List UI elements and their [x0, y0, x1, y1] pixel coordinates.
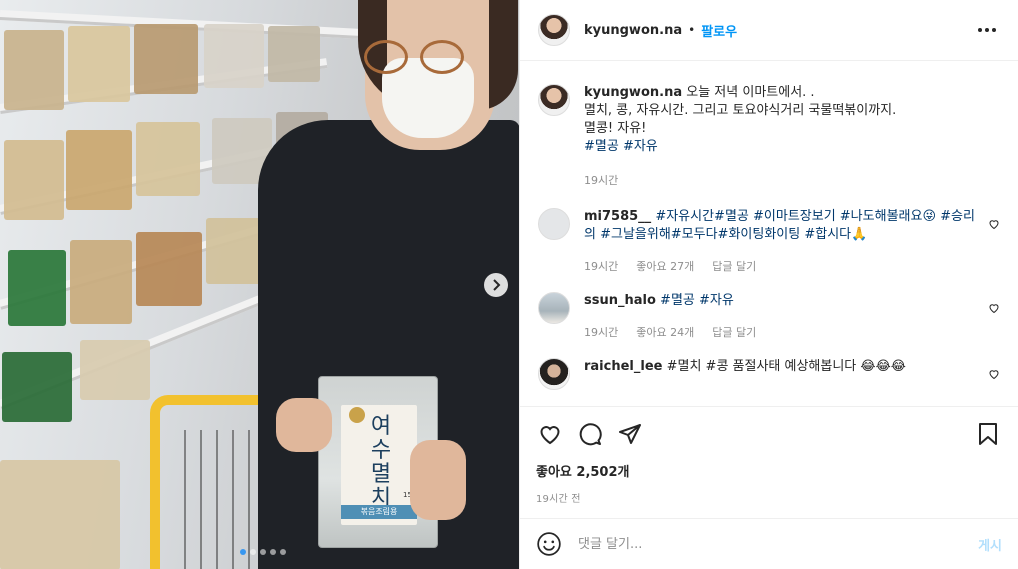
- caption-hashtags[interactable]: #멸공 #자유: [584, 138, 984, 156]
- product-package: [268, 26, 320, 82]
- comment-icon: [579, 423, 602, 446]
- comment-text: #멸치 #콩 품절사태 예상해봅니다 😂😂😂: [666, 359, 906, 374]
- heart-icon[interactable]: [988, 368, 1000, 380]
- product-package: [70, 240, 132, 324]
- more-icon-dot: [992, 28, 996, 32]
- product-package: [2, 352, 72, 422]
- add-comment-bar: 게시: [520, 518, 1018, 569]
- share-icon: [619, 424, 641, 444]
- product-package: [204, 24, 264, 88]
- product-package: [206, 218, 262, 284]
- product-package: [8, 250, 66, 326]
- avatar[interactable]: [538, 84, 570, 116]
- product-package: [80, 340, 150, 400]
- comment-time[interactable]: 19시간: [584, 258, 618, 276]
- post-header: kyungwon.na • 팔로우: [520, 0, 1018, 61]
- comment-input[interactable]: [578, 536, 979, 552]
- caption-username[interactable]: kyungwon.na: [584, 85, 682, 100]
- emoji-icon[interactable]: [536, 531, 562, 557]
- more-icon-dot: [985, 28, 989, 32]
- share-button[interactable]: [616, 420, 644, 448]
- caption-line: 멸콩! 자유!: [584, 121, 647, 136]
- like-button[interactable]: [536, 420, 564, 448]
- save-button[interactable]: [974, 420, 1002, 448]
- post-caption: kyungwon.na 오늘 저녁 이마트에서. . 멸치, 콩, 자유시간. …: [538, 84, 1002, 190]
- avatar[interactable]: [538, 208, 570, 240]
- reply-button[interactable]: 답글 달기: [712, 324, 756, 342]
- bookmark-icon: [979, 423, 997, 445]
- separator-dot: •: [688, 23, 696, 37]
- heart-icon[interactable]: [988, 302, 1000, 314]
- package-seal: [349, 407, 365, 423]
- carousel-indicator: [240, 549, 286, 555]
- carousel-dot: [250, 549, 256, 555]
- post-actions: 좋아요 2,502개 19시간 전: [520, 406, 1018, 518]
- product-package: [4, 30, 64, 110]
- heart-icon: [540, 426, 560, 445]
- reply-button[interactable]: 답글 달기: [712, 258, 756, 276]
- avatar[interactable]: [538, 14, 570, 46]
- product-package: [0, 460, 120, 569]
- eyeglasses: [364, 40, 468, 76]
- follow-button[interactable]: 팔로우: [701, 21, 737, 40]
- product-package: [136, 232, 202, 306]
- comment-item: ssun_halo #멸공 #자유 19시간 좋아요 24개 답글 달기: [538, 292, 1002, 342]
- caption-time[interactable]: 19시간: [584, 172, 618, 190]
- package-title: 여수멸치: [370, 414, 392, 511]
- product-package: [136, 122, 200, 196]
- carousel-dot: [270, 549, 276, 555]
- comment-likes[interactable]: 좋아요 24개: [636, 324, 694, 342]
- comment-text: #멸공 #자유: [660, 293, 734, 308]
- post-photo[interactable]: 여수멸치 볶음조림용 150g: [0, 0, 519, 569]
- product-package: [134, 24, 198, 94]
- comment-item: raichel_lee #멸치 #콩 품절사태 예상해봅니다 😂😂😂: [538, 358, 1002, 390]
- caption-text: 오늘 저녁 이마트에서. .: [686, 85, 815, 100]
- comment-item: mi7585__ #자유시간#멸공 #이마트장보기 #나도해볼래요😜 #승리의 …: [538, 208, 1002, 276]
- next-photo-button[interactable]: [484, 273, 508, 297]
- product-package: [68, 26, 130, 102]
- more-options-button[interactable]: [972, 22, 1002, 38]
- package-band-text: 볶음조림용: [360, 507, 398, 516]
- carousel-dot: [260, 549, 266, 555]
- carousel-dot: [240, 549, 246, 555]
- product-package: [66, 130, 132, 210]
- heart-icon[interactable]: [988, 218, 1000, 230]
- post-panel: kyungwon.na • 팔로우 kyungwon.na 오늘 저녁 이마트에…: [519, 0, 1018, 569]
- comment-likes[interactable]: 좋아요 27개: [636, 258, 694, 276]
- post-timestamp[interactable]: 19시간 전: [536, 490, 1002, 505]
- comment-button[interactable]: [576, 420, 604, 448]
- comments-list[interactable]: kyungwon.na 오늘 저녁 이마트에서. . 멸치, 콩, 자유시간. …: [520, 62, 1018, 406]
- post-dialog: 여수멸치 볶음조림용 150g kyungwon.na • 팔로우: [0, 0, 1018, 569]
- comment-username[interactable]: mi7585__: [584, 209, 651, 224]
- right-hand: [410, 440, 466, 520]
- more-icon: [978, 28, 982, 32]
- post-comment-button[interactable]: 게시: [978, 535, 1002, 554]
- likes-count[interactable]: 좋아요 2,502개: [536, 461, 1002, 480]
- comment-username[interactable]: raichel_lee: [584, 359, 662, 374]
- package-band: 볶음조림용: [341, 505, 417, 519]
- comment-username[interactable]: ssun_halo: [584, 293, 656, 308]
- author-username[interactable]: kyungwon.na: [584, 23, 682, 38]
- avatar[interactable]: [538, 358, 570, 390]
- caption-line: 멸치, 콩, 자유시간. 그리고 토요야식거리 국물떡볶이까지.: [584, 103, 897, 118]
- left-hand: [276, 398, 332, 452]
- carousel-dot: [280, 549, 286, 555]
- avatar[interactable]: [538, 292, 570, 324]
- product-package: [4, 140, 64, 220]
- chevron-right-icon: [493, 279, 501, 291]
- comment-time[interactable]: 19시간: [584, 324, 618, 342]
